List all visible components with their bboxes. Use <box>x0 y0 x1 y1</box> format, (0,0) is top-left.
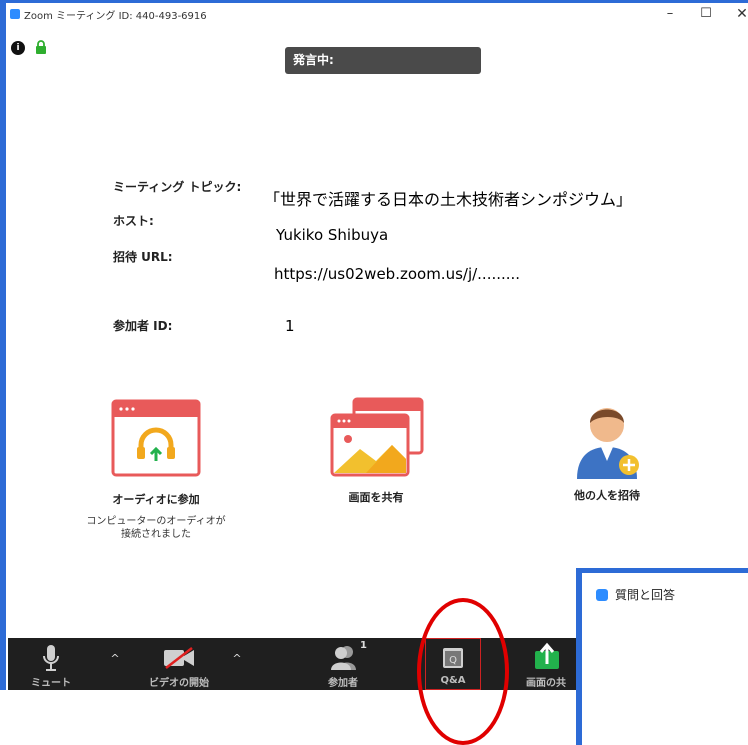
close-button[interactable]: ✕ <box>728 5 748 23</box>
audio-options-chevron-icon[interactable]: ^ <box>108 652 122 666</box>
highlight-ring <box>417 598 509 745</box>
window-title: Zoom ミーティング ID: 440-493-6916 <box>24 11 207 22</box>
topic-value: 「世界で活躍する日本の土木技術者シンポジウム」 <box>264 190 633 209</box>
join-audio-label: オーディオに参加 <box>112 493 200 506</box>
microphone-icon <box>43 645 59 671</box>
audio-status-line2: 接続されました <box>121 529 191 540</box>
invite-others-label: 他の人を招待 <box>574 489 640 502</box>
join-audio-icon[interactable] <box>111 399 201 477</box>
video-options-chevron-icon[interactable]: ^ <box>230 652 244 666</box>
qa-panel: 質問と回答 <box>576 568 748 745</box>
participants-icon <box>331 646 356 670</box>
participants-button[interactable]: 1 参加者 <box>308 638 378 690</box>
invite-url-value[interactable]: https://us02web.zoom.us/j/......... <box>274 265 520 283</box>
app-root: Zoom ミーティング ID: 440-493-6916 – ☐ ✕ i 発言中… <box>0 0 748 745</box>
start-video-label: ビデオの開始 <box>149 678 209 689</box>
qa-panel-title: 質問と回答 <box>615 588 676 602</box>
mute-button[interactable]: ミュート <box>18 638 84 690</box>
participants-count: 1 <box>360 640 367 651</box>
join-audio-action[interactable]: オーディオに参加 コンピューターのオーディオが 接続されました <box>81 399 231 541</box>
mute-label: ミュート <box>31 678 71 689</box>
minimize-button[interactable]: – <box>656 5 684 23</box>
lock-icon[interactable] <box>35 40 47 54</box>
title-bar: Zoom ミーティング ID: 440-493-6916 – ☐ ✕ <box>6 3 748 27</box>
invite-person-icon[interactable] <box>567 395 647 479</box>
video-off-icon <box>164 647 194 669</box>
share-screen-icon[interactable] <box>326 397 426 477</box>
topic-label: ミーティング トピック: <box>113 180 242 194</box>
qa-panel-icon <box>596 589 608 601</box>
zoom-app-icon <box>10 9 20 19</box>
host-label: ホスト: <box>113 214 154 228</box>
start-video-button[interactable]: ビデオの開始 <box>134 638 224 690</box>
share-screen-toolbar-label: 画面の共 <box>526 678 566 689</box>
participant-id-value: 1 <box>285 317 295 335</box>
share-screen-toolbar-icon <box>535 642 559 669</box>
participants-label: 参加者 <box>328 678 358 689</box>
invite-url-label: 招待 URL: <box>113 250 173 264</box>
invite-others-action[interactable]: 他の人を招待 <box>532 395 682 503</box>
audio-status-line1: コンピューターのオーディオが <box>86 516 226 527</box>
maximize-button[interactable]: ☐ <box>692 5 720 23</box>
share-screen-label: 画面を共有 <box>348 491 404 504</box>
share-screen-toolbar-button[interactable]: 画面の共 <box>514 638 578 690</box>
participant-id-label: 参加者 ID: <box>113 319 173 333</box>
meeting-info-icon[interactable]: i <box>11 41 25 55</box>
speaking-indicator: 発言中: <box>285 47 481 74</box>
host-value: Yukiko Shibuya <box>276 226 389 244</box>
share-screen-action[interactable]: 画面を共有 <box>301 397 451 505</box>
